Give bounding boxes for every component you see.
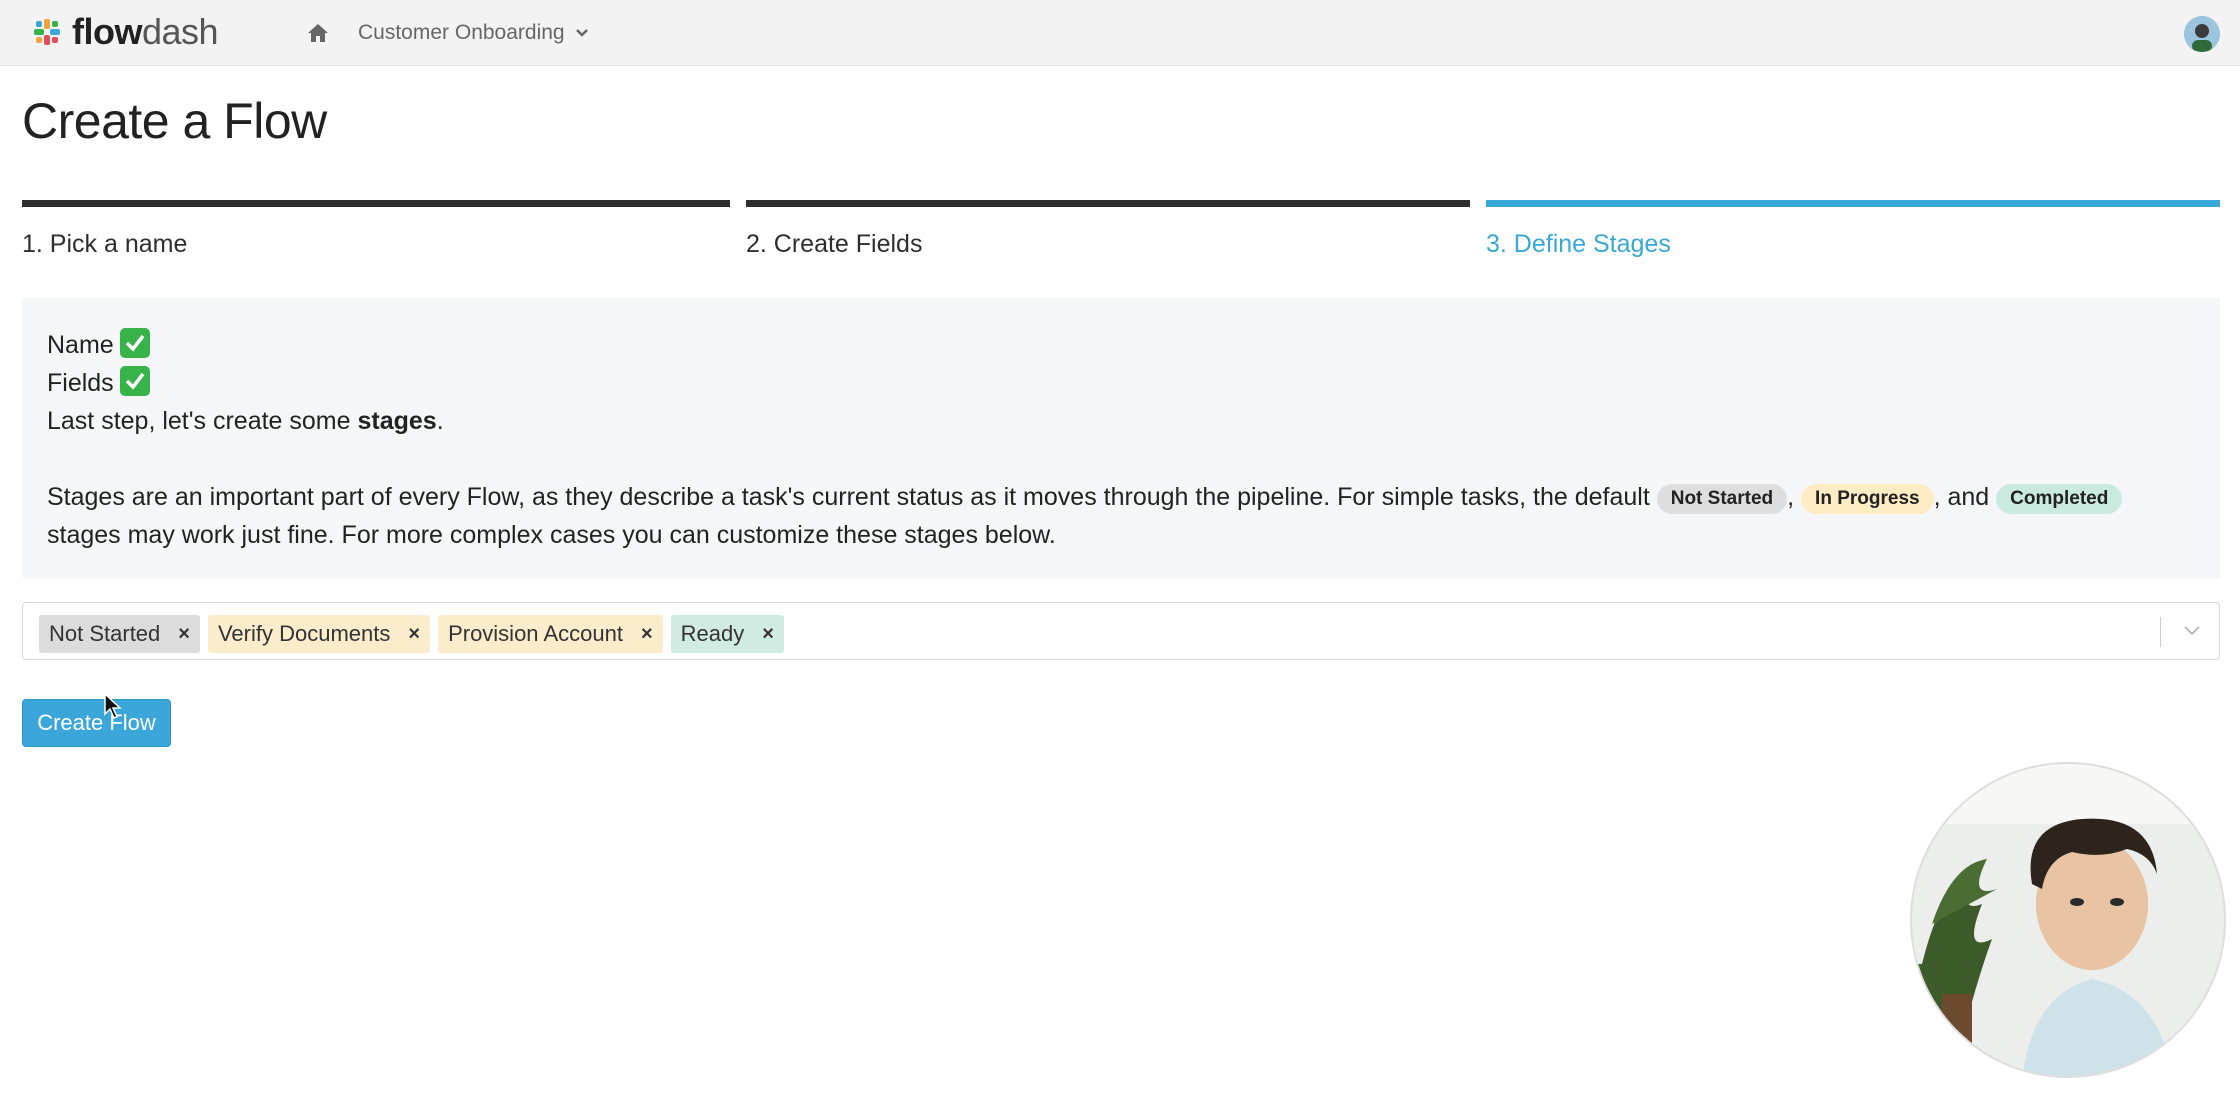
stage-chip: Ready × (670, 615, 784, 653)
default-stage-pill: In Progress (1801, 484, 1934, 514)
stages-description: Stages are an important part of every Fl… (47, 478, 2195, 554)
step-pick-name: 1. Pick a name (22, 200, 730, 259)
avatar[interactable] (2184, 16, 2220, 52)
close-icon[interactable]: × (178, 623, 190, 646)
step-label: 2. Create Fields (746, 230, 923, 258)
stage-chip-label: Not Started (49, 621, 161, 646)
select-divider (2160, 617, 2161, 647)
step-progress-bar (746, 200, 1470, 207)
step-create-fields: 2. Create Fields (746, 200, 1470, 259)
chevron-down-icon (575, 29, 588, 37)
default-stage-pill: Not Started (1656, 484, 1788, 514)
check-icon (119, 328, 150, 358)
breadcrumb-label: Customer Onboarding (358, 21, 565, 44)
step-label: 3. Define Stages (1486, 230, 1671, 258)
flow-breadcrumb-dropdown[interactable]: Customer Onboarding (358, 21, 589, 45)
step-define-stages: 3. Define Stages (1486, 200, 2220, 259)
default-stage-pill: Completed (1996, 484, 2123, 514)
chevron-down-icon[interactable] (2183, 625, 2201, 637)
create-flow-button[interactable]: Create Flow (22, 699, 171, 747)
step-progress-bar (22, 200, 730, 207)
logo-text: flowdash (72, 11, 219, 52)
stage-chip: Not Started × (39, 615, 200, 653)
top-navbar: flowdash Customer Onboarding (0, 0, 2240, 66)
logo[interactable]: flowdash (34, 11, 219, 52)
stage-chip: Verify Documents × (207, 615, 431, 653)
stage-chip: Provision Account × (438, 615, 663, 653)
stage-chip-label: Provision Account (448, 621, 623, 646)
stage-chips: Not Started × Verify Documents × Provisi… (39, 615, 784, 653)
stage-chip-label: Verify Documents (217, 621, 391, 646)
stages-multiselect[interactable]: Not Started × Verify Documents × Provisi… (22, 602, 2220, 660)
webcam-overlay (1910, 762, 2226, 1078)
name-done-line: Name (47, 326, 2195, 364)
last-step-line: Last step, let's create some stages. (47, 407, 444, 435)
fields-done-line: Fields (47, 364, 2195, 402)
step-progress-bar (1486, 200, 2220, 207)
close-icon[interactable]: × (762, 623, 774, 646)
stage-chip-label: Ready (680, 621, 745, 646)
cursor-icon (104, 692, 122, 720)
logo-mark-icon (34, 19, 60, 45)
step-label: 1. Pick a name (22, 230, 188, 258)
close-icon[interactable]: × (641, 623, 653, 646)
check-icon (119, 366, 150, 396)
page-title: Create a Flow (22, 93, 327, 149)
home-icon[interactable] (306, 22, 330, 44)
close-icon[interactable]: × (408, 623, 420, 646)
stages-info-panel: Name Fields Last step, let's create some… (22, 298, 2220, 578)
